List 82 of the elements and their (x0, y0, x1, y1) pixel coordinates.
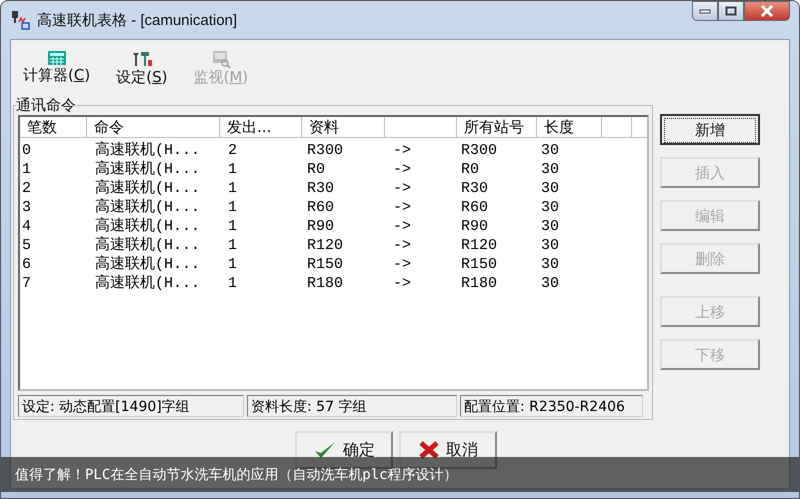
table-cell: R120 (307, 237, 344, 254)
table-cell: 30 (541, 256, 560, 273)
table-cell: 30 (541, 218, 560, 235)
maximize-button[interactable] (718, 1, 744, 21)
table-cell: 1 (228, 199, 238, 216)
table-cell: 高速联机(H... (95, 275, 200, 292)
table-cell: R90 (307, 218, 334, 235)
group-title: 通讯命令 (16, 96, 76, 115)
column-header[interactable]: 发出... (220, 117, 302, 137)
table-cell: -> (393, 180, 412, 197)
table-cell: R60 (461, 199, 488, 216)
toolbar-button[interactable]: 设定(S) (114, 48, 170, 96)
table-cell: 1 (228, 161, 238, 178)
table-cell: R120 (461, 237, 498, 254)
check-icon (313, 440, 337, 460)
table-cell: 30 (541, 275, 560, 292)
table-cell: 高速联机(H... (95, 218, 200, 235)
monitor-icon (210, 50, 231, 68)
table-cell: R30 (461, 180, 488, 197)
table-cell: 1 (228, 256, 238, 273)
table-cell: -> (393, 142, 412, 159)
minimize-button[interactable] (692, 1, 718, 21)
table-cell: R60 (307, 199, 334, 216)
calculator-icon (46, 50, 67, 66)
table-cell: 1 (228, 180, 238, 197)
table-cell: 30 (541, 180, 560, 197)
table-cell: 30 (541, 237, 560, 254)
table-cell: R150 (307, 256, 344, 273)
table-cell: R30 (307, 180, 334, 197)
column-header[interactable]: 笔数 (20, 117, 87, 137)
table-cell: R180 (307, 275, 344, 292)
table-cell: 3 (22, 199, 32, 216)
side-button[interactable]: 新增 (660, 114, 760, 145)
status-field: 资料长度: 57 字组 (247, 395, 457, 417)
column-header[interactable]: 所有站号 (457, 117, 537, 137)
table-cell: 6 (22, 256, 32, 273)
table-cell: -> (393, 256, 412, 273)
column-header[interactable]: 命令 (87, 117, 220, 137)
table-cell: -> (393, 218, 412, 235)
table-cell: R0 (461, 161, 480, 178)
table-cell: 0 (22, 142, 32, 159)
table-cell: R300 (461, 142, 498, 159)
status-field: 设定: 动态配置[1490]字组 (18, 395, 244, 417)
table-cell: R180 (461, 275, 498, 292)
cross-icon (418, 440, 440, 460)
table-cell: R90 (461, 218, 488, 235)
table-cell: 高速联机(H... (95, 142, 200, 159)
window-title: 高速联机表格 - [camunication] (37, 10, 238, 30)
table-cell: 7 (22, 275, 32, 292)
tools-icon (130, 50, 153, 68)
table-cell: 30 (541, 142, 560, 159)
table-cell: 2 (22, 180, 32, 197)
table-cell: 高速联机(H... (95, 180, 200, 197)
table-cell: 高速联机(H... (95, 237, 200, 254)
table-cell: -> (393, 161, 412, 178)
table-cell: 2 (228, 142, 238, 159)
toolbar-button[interactable]: 计算器(C) (21, 48, 92, 96)
status-field: 配置位置: R2350-R2406 (460, 395, 643, 417)
table-cell: R0 (307, 161, 326, 178)
table-cell: -> (393, 237, 412, 254)
table-cell: R150 (461, 256, 498, 273)
table-cell: -> (393, 199, 412, 216)
minimize-icon (699, 8, 711, 14)
app-icon (11, 10, 31, 30)
column-header[interactable]: 长度 (537, 117, 602, 137)
table-cell: 高速联机(H... (95, 199, 200, 216)
column-header[interactable]: 资料 (302, 117, 385, 137)
table-cell: 1 (228, 275, 238, 292)
table-cell: 1 (22, 161, 32, 178)
table-cell: 30 (541, 199, 560, 216)
table-cell: 高速联机(H... (95, 256, 200, 273)
table-cell: 1 (228, 237, 238, 254)
table-cell: 高速联机(H... (95, 161, 200, 178)
close-button[interactable] (744, 1, 790, 21)
table-cell: 4 (22, 218, 32, 235)
table-cell: -> (393, 275, 412, 292)
table-cell: 30 (541, 161, 560, 178)
close-icon (760, 5, 774, 17)
table-cell: R300 (307, 142, 344, 159)
table-cell: 5 (22, 237, 32, 254)
table-cell: 1 (228, 218, 238, 235)
maximize-icon (725, 6, 737, 16)
